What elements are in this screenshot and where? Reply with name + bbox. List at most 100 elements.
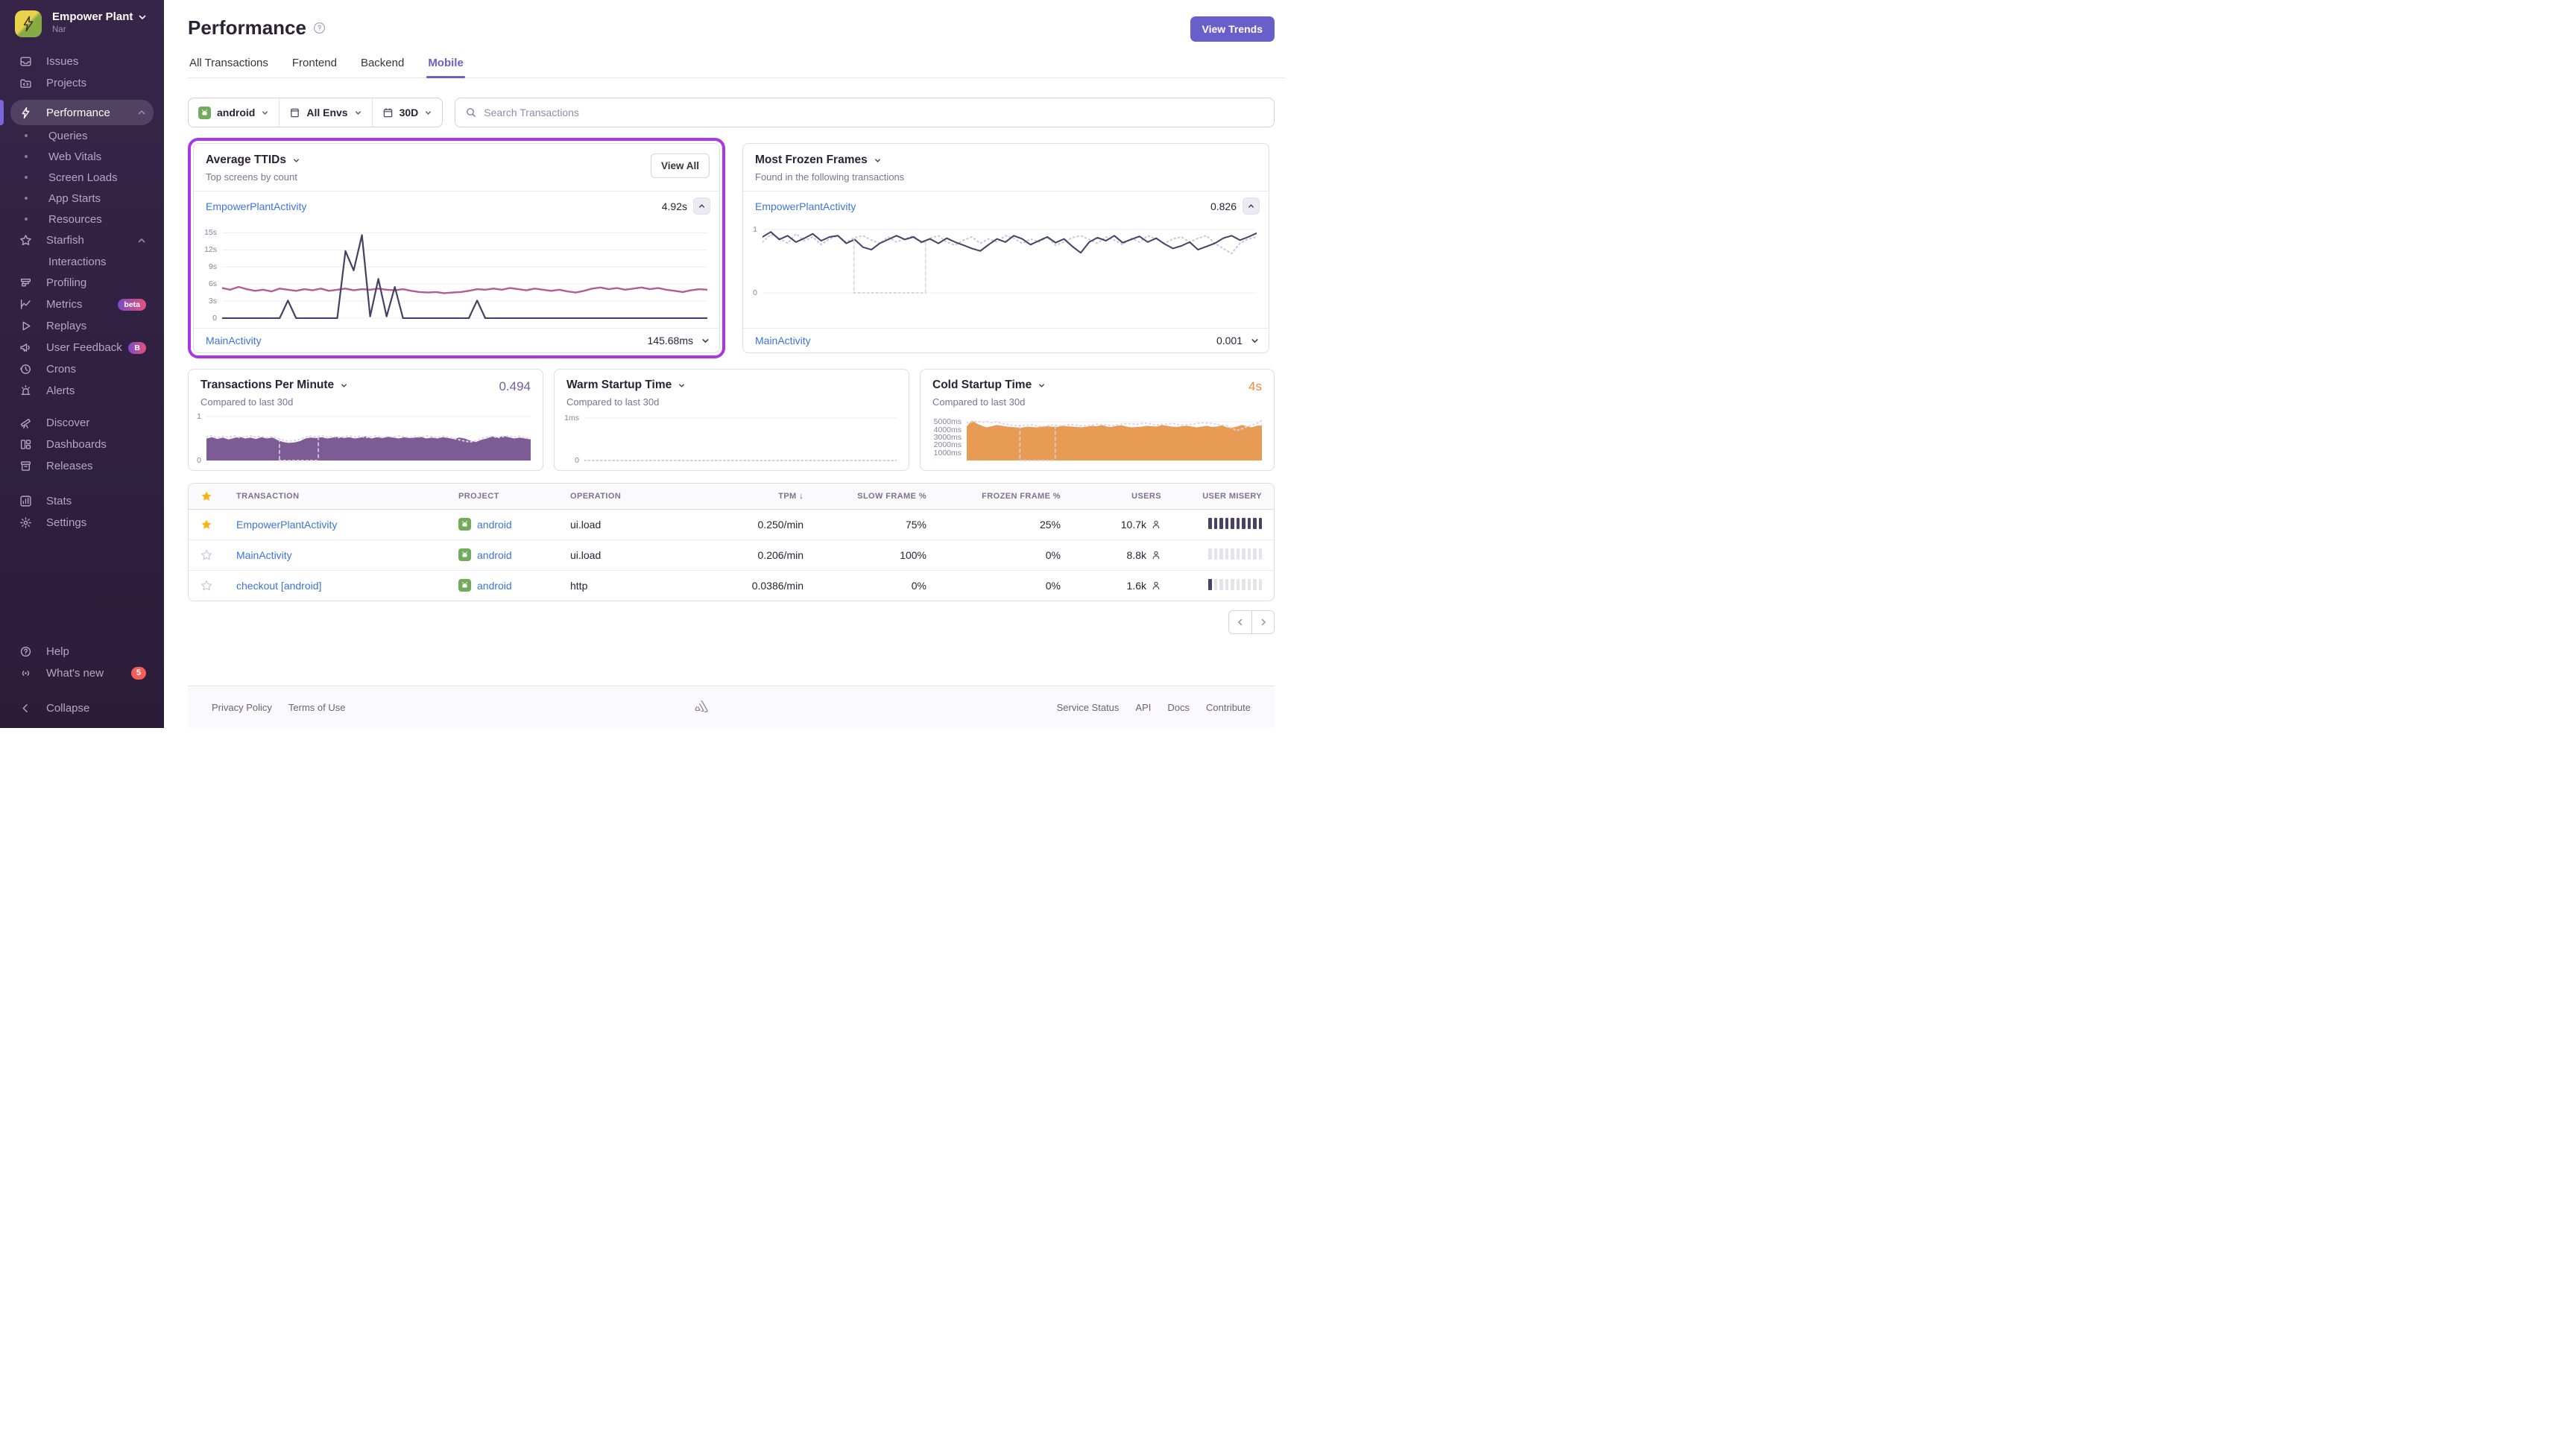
sidebar-item-projects[interactable]: Projects: [10, 72, 154, 94]
project-link[interactable]: android: [477, 549, 512, 561]
tpm-area-chart: [206, 414, 531, 461]
profiling-icon: [19, 276, 32, 289]
sidebar-item-app-starts[interactable]: App Starts: [10, 188, 154, 209]
project-link[interactable]: android: [477, 580, 512, 592]
sidebar-item-screen-loads[interactable]: Screen Loads: [10, 167, 154, 188]
beta-badge: beta: [118, 299, 146, 311]
search-transactions-box[interactable]: [455, 98, 1275, 127]
sidebar-item-replays[interactable]: Replays: [10, 315, 154, 337]
sidebar-item-stats[interactable]: Stats: [10, 490, 154, 512]
view-all-button[interactable]: View All: [651, 153, 710, 178]
org-switcher[interactable]: Empower Plant Nar: [10, 10, 154, 37]
sidebar-item-releases[interactable]: Releases: [10, 455, 154, 477]
android-project-icon: [458, 548, 471, 561]
sidebar-item-metrics[interactable]: Metrics beta: [10, 294, 154, 315]
star-outline-icon[interactable]: [201, 549, 212, 561]
metrics-icon: [19, 298, 32, 311]
widget-title-dropdown[interactable]: Average TTIDs: [206, 153, 707, 167]
sidebar-item-profiling[interactable]: Profiling: [10, 272, 154, 294]
footer-link[interactable]: API: [1135, 702, 1151, 713]
tpm-widget: Transactions Per Minute Compared to last…: [188, 369, 543, 471]
date-range-filter[interactable]: 30D: [372, 98, 443, 127]
prev-page-button[interactable]: [1228, 610, 1251, 634]
col-users[interactable]: Users: [1073, 484, 1173, 509]
users-cell: 10.7k: [1073, 509, 1173, 539]
sidebar-item-dashboards[interactable]: Dashboards: [10, 434, 154, 455]
transaction-link[interactable]: EmpowerPlantActivity: [755, 200, 856, 212]
star-cell[interactable]: [189, 570, 224, 601]
transaction-link[interactable]: MainActivity: [755, 335, 811, 346]
star-column-header[interactable]: [189, 484, 224, 509]
sidebar-collapse-button[interactable]: Collapse: [10, 697, 154, 719]
col-slow-frame[interactable]: Slow Frame %: [815, 484, 938, 509]
sidebar-item-user-feedback[interactable]: User Feedback B: [10, 337, 154, 358]
sidebar-item-issues[interactable]: Issues: [10, 51, 154, 72]
sidebar-nav: Issues Projects Performance Queries Web …: [10, 51, 154, 534]
widget-title-dropdown[interactable]: Transactions Per Minute: [201, 379, 531, 392]
tab-mobile[interactable]: Mobile: [426, 57, 465, 77]
project-link[interactable]: android: [477, 519, 512, 531]
help-circle-icon[interactable]: [313, 22, 326, 34]
sidebar-item-resources[interactable]: Resources: [10, 209, 154, 230]
chevron-down-icon: [354, 109, 362, 117]
main-content: Performance View Trends All Transactions…: [164, 0, 1285, 728]
expand-row-button[interactable]: [1250, 336, 1260, 346]
footer-link[interactable]: Docs: [1167, 702, 1190, 713]
collapse-row-button[interactable]: [1243, 197, 1260, 215]
collapse-row-button[interactable]: [693, 197, 710, 215]
sidebar-item-crons[interactable]: Crons: [10, 358, 154, 380]
environment-filter[interactable]: All Envs: [279, 98, 371, 127]
transaction-link[interactable]: EmpowerPlantActivity: [236, 519, 337, 531]
tab-frontend[interactable]: Frontend: [291, 57, 338, 77]
widget-title-dropdown[interactable]: Cold Startup Time: [932, 379, 1262, 392]
android-project-icon: [458, 518, 471, 531]
star-icon[interactable]: [201, 519, 212, 531]
frozen-frames-value: 0.001: [1216, 335, 1243, 346]
sidebar-item-discover[interactable]: Discover: [10, 412, 154, 434]
tab-backend[interactable]: Backend: [359, 57, 405, 77]
col-operation[interactable]: Operation: [558, 484, 700, 509]
footer-link[interactable]: Contribute: [1206, 702, 1251, 713]
sidebar-item-whats-new[interactable]: What's new 5: [10, 662, 154, 684]
footer-link[interactable]: Terms of Use: [288, 702, 346, 713]
star-outline-icon[interactable]: [201, 580, 212, 592]
transaction-link[interactable]: MainActivity: [236, 549, 292, 561]
transaction-link[interactable]: checkout [android]: [236, 580, 321, 592]
widget-title-dropdown[interactable]: Most Frozen Frames: [755, 153, 1257, 167]
users-cell: 1.6k: [1073, 570, 1173, 601]
sidebar-item-help[interactable]: Help: [10, 641, 154, 662]
android-project-icon: [458, 579, 471, 592]
sidebar-item-settings[interactable]: Settings: [10, 512, 154, 534]
sidebar-item-performance[interactable]: Performance: [10, 100, 154, 125]
sidebar-item-alerts[interactable]: Alerts: [10, 380, 154, 402]
warm-startup-widget: Warm Startup Time Compared to last 30d 1…: [554, 369, 909, 471]
sidebar-item-interactions[interactable]: Interactions: [10, 251, 154, 272]
star-cell[interactable]: [189, 539, 224, 570]
expand-row-button[interactable]: [701, 336, 710, 346]
frozen-frames-value: 0.826: [1210, 200, 1237, 212]
tab-all-transactions[interactable]: All Transactions: [188, 57, 270, 77]
transaction-link[interactable]: MainActivity: [206, 335, 262, 346]
chevron-up-icon: [137, 236, 146, 245]
project-filter[interactable]: android: [189, 98, 279, 127]
col-user-misery[interactable]: User Misery: [1173, 484, 1274, 509]
transaction-link[interactable]: EmpowerPlantActivity: [206, 200, 306, 212]
col-transaction[interactable]: Transaction: [224, 484, 446, 509]
col-tpm-sorted[interactable]: TPM ↓: [700, 484, 815, 509]
footer-link[interactable]: Service Status: [1057, 702, 1120, 713]
pagination: [188, 610, 1275, 634]
col-frozen-frame[interactable]: Frozen Frame %: [938, 484, 1073, 509]
col-project[interactable]: Project: [446, 484, 558, 509]
star-cell[interactable]: [189, 509, 224, 539]
sidebar-item-web-vitals[interactable]: Web Vitals: [10, 146, 154, 167]
sidebar-item-starfish[interactable]: Starfish: [10, 230, 154, 251]
chevron-down-icon: [1038, 382, 1046, 390]
next-page-button[interactable]: [1251, 610, 1275, 634]
widget-title-dropdown[interactable]: Warm Startup Time: [566, 379, 897, 392]
view-trends-button[interactable]: View Trends: [1190, 16, 1275, 42]
user-misery-cell: [1173, 539, 1274, 570]
footer-link[interactable]: Privacy Policy: [212, 702, 272, 713]
projects-icon: [19, 77, 32, 89]
search-input[interactable]: [484, 107, 1264, 118]
sidebar-item-queries[interactable]: Queries: [10, 125, 154, 146]
